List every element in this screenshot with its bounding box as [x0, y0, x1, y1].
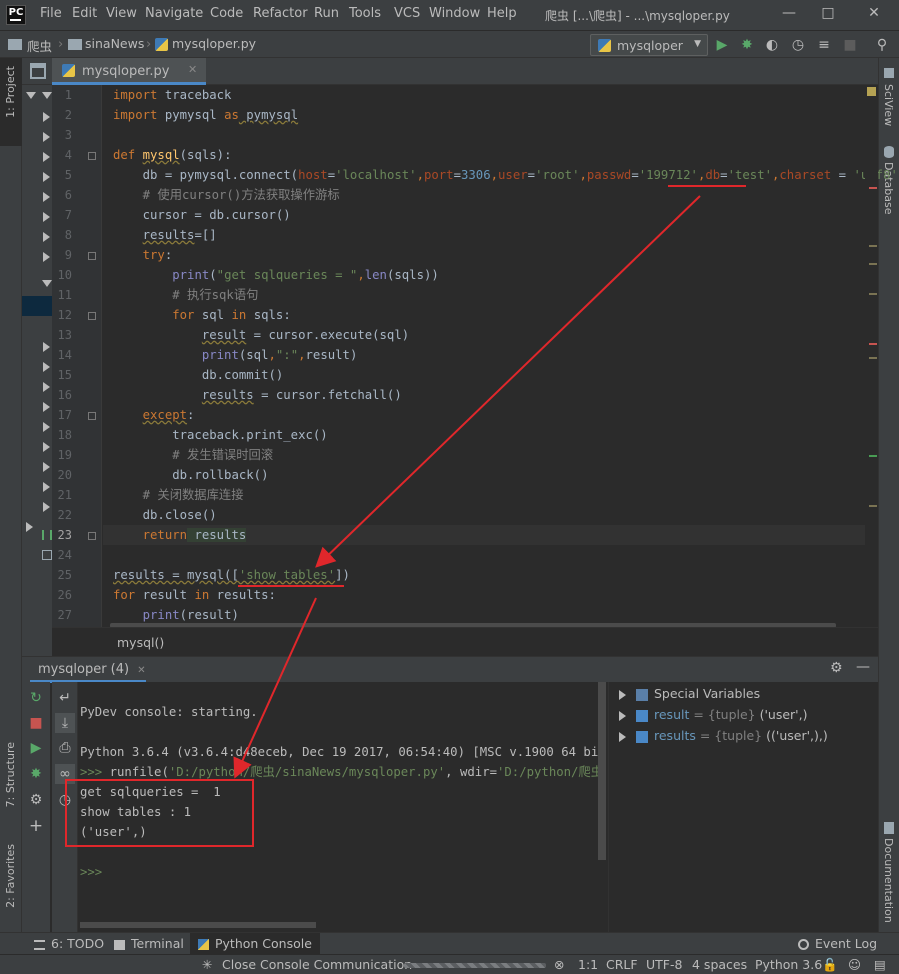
annotation-arrows	[233, 195, 701, 779]
annotation-arrow	[315, 195, 701, 568]
annotation-arrow	[233, 597, 317, 779]
